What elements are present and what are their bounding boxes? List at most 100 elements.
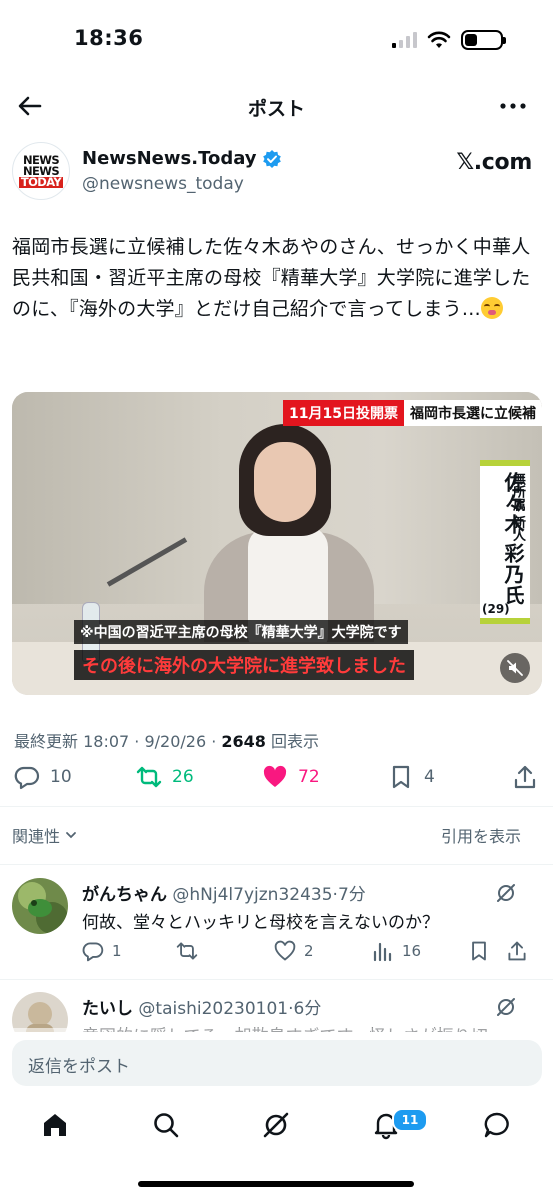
sort-relevance-dropdown[interactable]: 関連性 <box>12 823 78 847</box>
video-date-tag: 11月15日投開票 <box>283 400 404 426</box>
heart-icon <box>274 940 296 961</box>
reply-header: たいし @taishi20230101·6分 <box>82 994 321 1019</box>
page-title: ポスト <box>247 98 305 120</box>
video-subtitle-main: その後に海外の大学院に進学致しました <box>74 650 414 680</box>
grok-icon[interactable] <box>495 996 517 1018</box>
reply-reply-button[interactable]: 1 <box>82 940 122 962</box>
sort-relevance-label: 関連性 <box>12 827 61 846</box>
like-count: 72 <box>298 767 320 787</box>
video-name-card: 佐々木 彩乃氏 無所属 新人 (29) <box>480 460 530 624</box>
share-icon <box>508 941 526 961</box>
bookmark-count: 4 <box>424 767 435 787</box>
view-quotes-link[interactable]: 引用を表示 <box>441 823 521 847</box>
author-name[interactable]: NewsNews.Today <box>82 148 257 169</box>
reply-like-button[interactable]: 2 <box>274 940 314 962</box>
author-avatar[interactable]: NEWS NEWS TODAY <box>12 142 70 200</box>
post-timestamp[interactable]: 最終更新 18:07 · 9/20/26 · <box>14 732 221 751</box>
messages-icon[interactable] <box>482 1110 512 1140</box>
post-video[interactable]: 11月15日投開票 福岡市長選に立候補 佐々木 彩乃氏 無所属 新人 (29) … <box>12 392 542 695</box>
divider <box>0 864 553 865</box>
search-icon[interactable] <box>151 1110 181 1140</box>
bookmark-button[interactable]: 4 <box>388 764 435 790</box>
post-actions: 10 26 72 4 <box>0 764 553 798</box>
reply-bookmark-button[interactable] <box>468 940 490 962</box>
reply-count: 10 <box>50 767 72 787</box>
view-count-label: 回表示 <box>265 732 320 751</box>
home-indicator <box>138 1181 414 1187</box>
reply-item[interactable]: がんちゃん @hNj4l7yjzn32435·7分 何故、堂々とハッキリと母校を… <box>0 878 553 978</box>
reply-reply-count: 1 <box>112 942 122 960</box>
reply-item[interactable]: たいし @taishi20230101·6分 意図的に隠してる、胡散臭すぎです。… <box>0 992 553 1032</box>
status-bar: 18:36 <box>0 0 553 80</box>
name-card-age: (29) <box>482 602 510 616</box>
speaker-muted-icon <box>507 660 523 676</box>
author-handle[interactable]: @newsnews_today <box>82 174 244 194</box>
share-button[interactable] <box>512 764 538 790</box>
bookmark-icon <box>392 765 410 789</box>
reply-repost-button[interactable] <box>176 940 198 962</box>
cellular-signal-icon <box>392 32 417 48</box>
reply-author-handle[interactable]: @hNj4l7yjzn32435 <box>172 885 332 905</box>
post-author: NEWS NEWS TODAY NewsNews.Today @newsnews… <box>12 142 542 202</box>
post-body: 福岡市長選に立候補した佐々木あやのさん、せっかく中華人民共和国・習近平主席の母校… <box>12 232 544 325</box>
logo-line-3: TODAY <box>18 174 64 189</box>
reply-header: がんちゃん @hNj4l7yjzn32435·7分 <box>82 880 366 905</box>
battery-level <box>465 34 477 46</box>
top-nav: ポスト <box>0 82 553 130</box>
reply-view-count: 16 <box>402 942 422 960</box>
repost-button[interactable]: 26 <box>136 764 194 790</box>
repost-icon <box>176 942 198 960</box>
grok-icon[interactable] <box>261 1110 291 1140</box>
chevron-down-icon <box>66 832 76 839</box>
name-card-affiliation: 無所属 新人 <box>510 472 525 542</box>
heart-filled-icon <box>263 765 287 787</box>
mute-button[interactable] <box>500 653 530 683</box>
composer-fade <box>0 1028 553 1040</box>
reply-avatar[interactable] <box>12 878 68 934</box>
repost-count: 26 <box>172 767 194 787</box>
reply-author-name[interactable]: がんちゃん <box>82 885 167 905</box>
post-meta: 最終更新 18:07 · 9/20/26 · 2648 回表示 <box>14 728 319 752</box>
view-count: 2648 <box>221 732 266 751</box>
reply-like-count: 2 <box>304 942 314 960</box>
status-time: 18:36 <box>74 26 144 50</box>
divider <box>0 979 553 980</box>
reply-actions: 1 2 16 <box>82 940 526 966</box>
author-name-row[interactable]: NewsNews.Today <box>82 148 282 169</box>
reply-icon <box>82 942 104 962</box>
repost-icon <box>136 766 162 788</box>
reply-views-button[interactable]: 16 <box>372 940 421 962</box>
video-person-face <box>254 442 316 522</box>
post-text: 福岡市長選に立候補した佐々木あやのさん、せっかく中華人民共和国・習近平主席の母校… <box>12 236 531 320</box>
like-button[interactable]: 72 <box>262 764 320 790</box>
reply-share-button[interactable] <box>506 940 528 962</box>
reply-button[interactable]: 10 <box>14 764 72 790</box>
notification-count-badge: 11 <box>392 1108 428 1132</box>
reply-author-handle[interactable]: @taishi20230101 <box>138 999 288 1019</box>
reply-time: ·6分 <box>288 999 322 1019</box>
verified-badge-icon <box>262 149 281 168</box>
reply-author-name[interactable]: たいし <box>82 999 133 1019</box>
grok-icon[interactable] <box>495 882 517 904</box>
statue-avatar-image <box>12 992 68 1032</box>
more-options-icon[interactable] <box>499 94 527 118</box>
home-icon[interactable] <box>40 1110 70 1140</box>
reply-composer[interactable]: 返信をポスト <box>12 1040 542 1086</box>
bottom-tab-bar <box>0 1096 553 1160</box>
x-com-brand: 𝕏.com <box>456 150 532 175</box>
reply-avatar[interactable] <box>12 992 68 1032</box>
share-icon <box>514 765 536 789</box>
wifi-icon <box>427 31 451 48</box>
reply-time: ·7分 <box>332 885 366 905</box>
reply-text: 何故、堂々とハッキリと母校を言えないのか？ <box>82 913 439 933</box>
video-title-tag: 福岡市長選に立候補 <box>404 400 542 426</box>
shushing-face-emoji-icon <box>480 297 503 319</box>
video-subtitle-note: ※中国の習近平主席の母校『精華大学』大学院です <box>74 620 408 644</box>
analytics-icon <box>373 942 392 962</box>
bookmark-icon <box>472 941 486 961</box>
divider <box>0 806 553 807</box>
reply-icon <box>14 766 40 790</box>
frog-avatar-image <box>12 878 68 934</box>
reply-composer-placeholder[interactable]: 返信をポスト <box>28 1052 130 1077</box>
status-icons <box>392 30 506 50</box>
